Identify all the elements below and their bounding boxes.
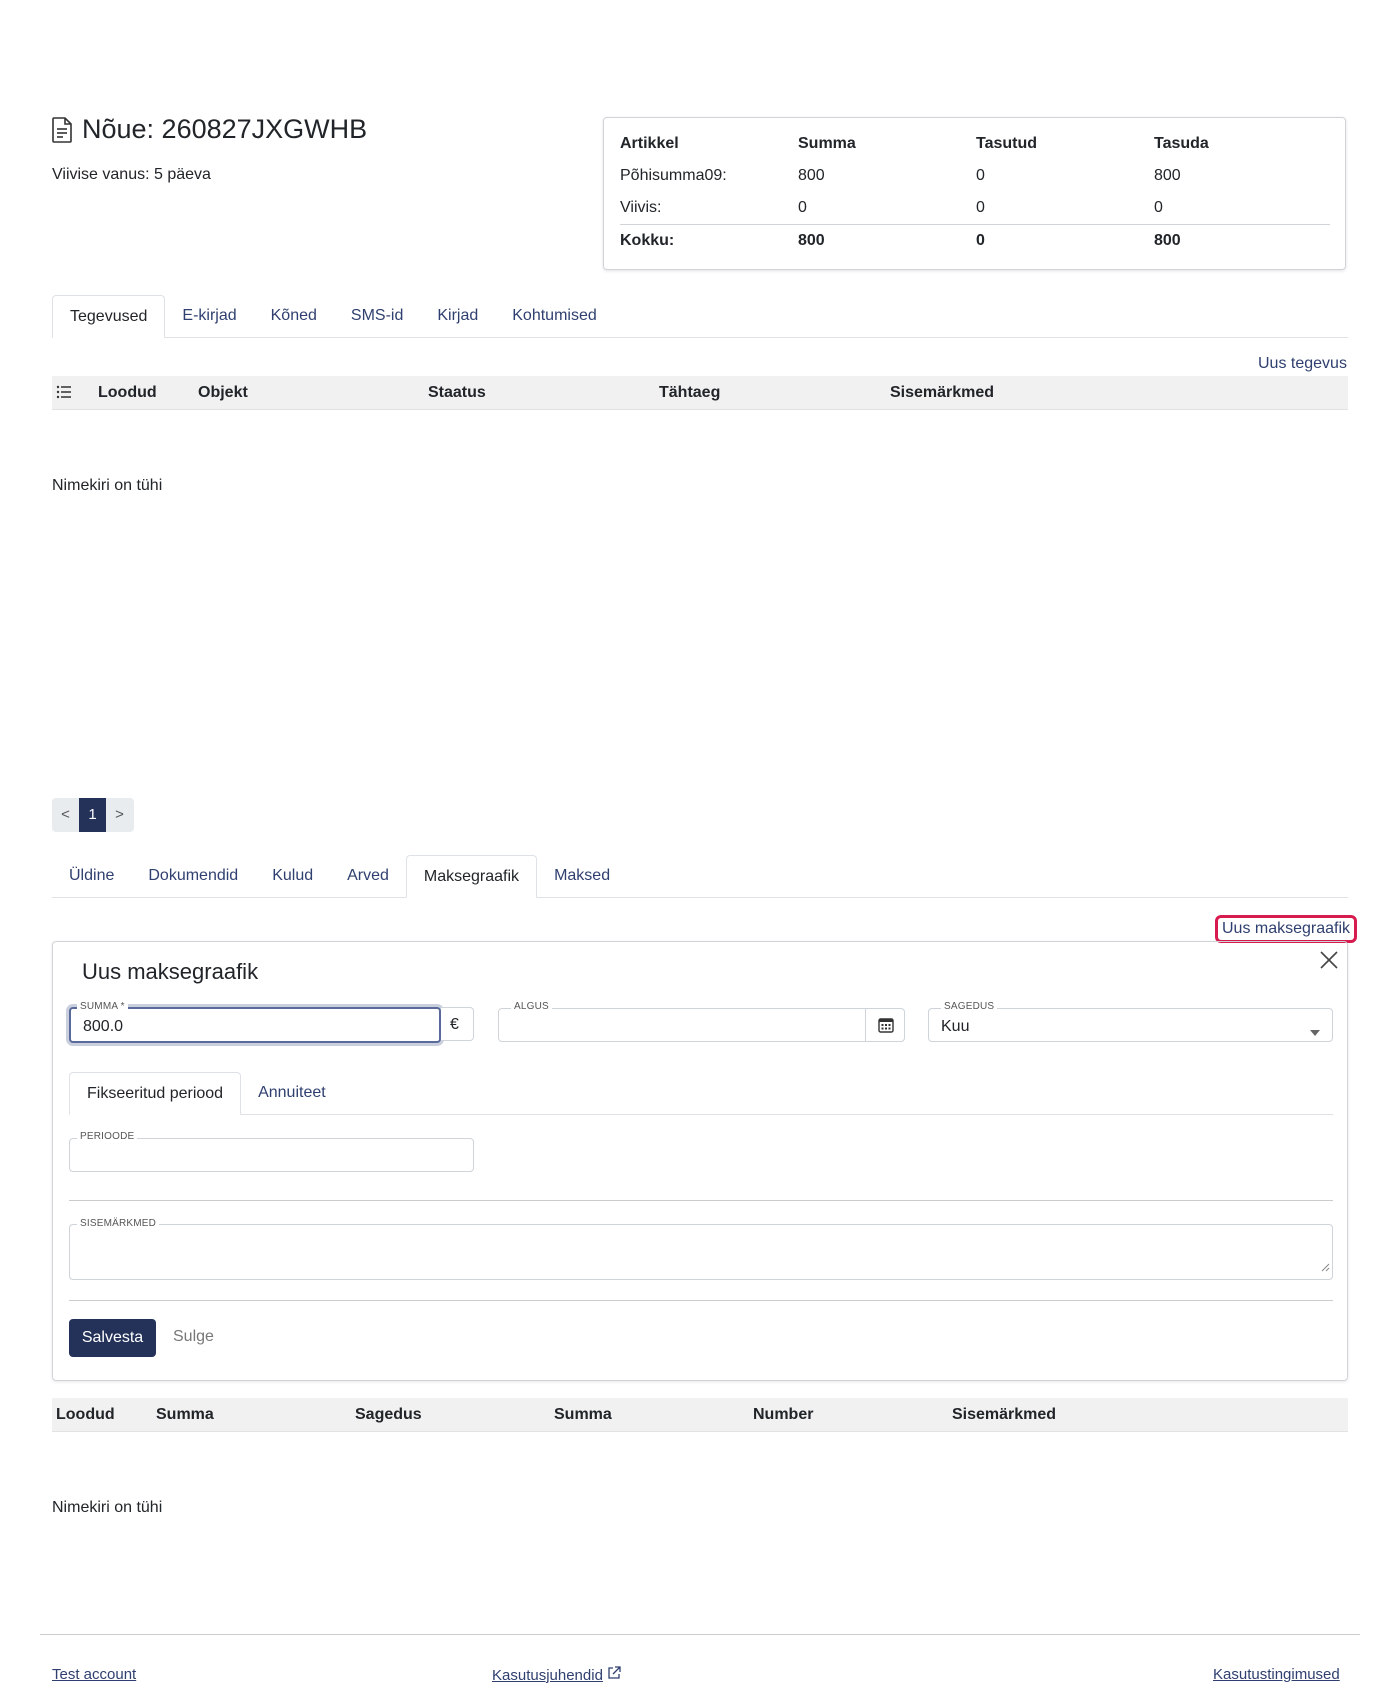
currency-symbol: €: [450, 1016, 459, 1033]
summary-header-row: Artikkel Summa Tasutud Tasuda: [620, 128, 1330, 160]
cell: 800: [1154, 167, 1181, 184]
summary-table: Artikkel Summa Tasutud Tasuda Põhisumma0…: [620, 128, 1330, 257]
page-1-button[interactable]: 1: [79, 798, 106, 832]
cell: 0: [976, 167, 985, 184]
activity-empty-text: Nimekiri on tühi: [52, 477, 163, 494]
periods-input[interactable]: [69, 1138, 474, 1172]
col-summa-2[interactable]: Summa: [554, 1406, 612, 1424]
cell: 0: [976, 199, 985, 216]
summary-total-row: Kokku: 800 0 800: [620, 224, 1330, 257]
col-tasuda: Tasuda: [1154, 135, 1209, 152]
tab-kirjad[interactable]: Kirjad: [420, 295, 495, 337]
page-title: Nõue: 260827JXGWHB: [52, 114, 367, 145]
tab-tegevused[interactable]: Tegevused: [52, 295, 166, 338]
tab-sms-id[interactable]: SMS-id: [334, 295, 420, 337]
col-number[interactable]: Number: [753, 1406, 813, 1424]
activity-tabs: Tegevused E-kirjad Kõned SMS-id Kirjad K…: [52, 295, 1348, 338]
cell: 0: [976, 224, 1154, 257]
cell: 800: [1154, 224, 1330, 257]
summary-card: Artikkel Summa Tasutud Tasuda Põhisumma0…: [603, 117, 1346, 270]
start-date-label: ALGUS: [511, 1001, 552, 1012]
periods-label: PERIOODE: [77, 1131, 138, 1142]
resize-handle-icon[interactable]: [1321, 1259, 1330, 1277]
calendar-icon[interactable]: [865, 1009, 906, 1041]
chevron-down-icon: [1310, 1023, 1320, 1041]
col-staatus[interactable]: Staatus: [428, 384, 486, 402]
new-activity-link[interactable]: Uus tegevus: [1258, 355, 1347, 373]
col-loodud[interactable]: Loodud: [56, 1406, 115, 1424]
cell: 800: [798, 167, 825, 184]
next-page-button[interactable]: >: [106, 798, 133, 832]
col-objekt[interactable]: Objekt: [198, 384, 248, 402]
schedule-empty-text: Nimekiri on tühi: [52, 1499, 163, 1516]
prev-page-button[interactable]: <: [52, 798, 79, 832]
start-date-input[interactable]: [498, 1008, 905, 1042]
tab-uldine[interactable]: Üldine: [52, 855, 131, 897]
cell: Põhisumma09:: [620, 167, 727, 184]
amount-label: SUMMA *: [77, 1001, 128, 1012]
tab-maksed[interactable]: Maksed: [537, 855, 627, 897]
save-button[interactable]: Salvesta: [69, 1319, 156, 1357]
tab-dokumendid[interactable]: Dokumendid: [131, 855, 255, 897]
new-schedule-form: Uus maksegraafik 800.0 € SUMMA * ALGUS K…: [52, 941, 1348, 1381]
divider: [69, 1200, 1333, 1201]
frequency-value: Kuu: [941, 1018, 970, 1035]
amount-value: 800.0: [83, 1018, 124, 1035]
divider: [69, 1300, 1333, 1301]
col-artikkel: Artikkel: [620, 135, 679, 152]
detail-tabs: Üldine Dokumendid Kulud Arved Maksegraaf…: [52, 855, 1348, 898]
col-summa[interactable]: Summa: [156, 1406, 214, 1424]
col-tasutud: Tasutud: [976, 135, 1038, 152]
close-icon[interactable]: [1320, 942, 1338, 976]
tab-annuity[interactable]: Annuiteet: [241, 1072, 343, 1114]
cell: 0: [798, 199, 807, 216]
notes-label: SISEMÄRKMED: [77, 1218, 160, 1229]
close-button[interactable]: Sulge: [173, 1328, 214, 1346]
footer-manuals-link[interactable]: Kasutusjuhendid: [492, 1666, 621, 1684]
col-loodud[interactable]: Loodud: [98, 384, 157, 402]
tab-koned[interactable]: Kõned: [254, 295, 334, 337]
tab-arved[interactable]: Arved: [330, 855, 406, 897]
frequency-label: SAGEDUS: [941, 1001, 998, 1012]
tab-kulud[interactable]: Kulud: [255, 855, 330, 897]
activity-table-header: Loodud Objekt Staatus Tähtaeg Sisemärkme…: [52, 376, 1348, 410]
tab-fixed-period[interactable]: Fikseeritud periood: [69, 1072, 242, 1115]
currency-addon: €: [441, 1007, 474, 1041]
cell: Viivis:: [620, 199, 662, 216]
amount-input[interactable]: 800.0: [69, 1007, 441, 1043]
summary-row: Viivis: 0 0 0: [620, 192, 1330, 225]
cell: Kokku:: [620, 224, 798, 257]
col-tahtaeg[interactable]: Tähtaeg: [659, 384, 720, 402]
tab-kohtumised[interactable]: Kohtumised: [495, 295, 614, 337]
claim-title: Nõue: 260827JXGWHB: [82, 114, 368, 144]
cell: 0: [1154, 199, 1163, 216]
footer-account-link[interactable]: Test account: [52, 1666, 136, 1683]
pagination: < 1 >: [52, 798, 134, 832]
col-sisemarkmed[interactable]: Sisemärkmed: [952, 1406, 1056, 1424]
external-link-icon: [607, 1666, 621, 1684]
footer-manuals-label: Kasutusjuhendid: [492, 1666, 603, 1684]
new-schedule-link[interactable]: Uus maksegraafik: [1215, 915, 1358, 943]
penalty-age: Viivise vanus: 5 päeva: [52, 166, 211, 183]
schedule-type-tabs: Fikseeritud periood Annuiteet: [69, 1072, 1333, 1115]
tab-maksegraafik[interactable]: Maksegraafik: [405, 855, 538, 898]
col-summa: Summa: [798, 135, 856, 152]
schedule-table-header: Loodud Summa Sagedus Summa Number Sisemä…: [52, 1398, 1348, 1432]
col-sagedus[interactable]: Sagedus: [355, 1406, 422, 1424]
cell: 800: [798, 224, 976, 257]
tab-e-kirjad[interactable]: E-kirjad: [165, 295, 253, 337]
list-icon[interactable]: [56, 385, 72, 404]
form-title: Uus maksegraafik: [82, 959, 259, 984]
document-icon: [52, 116, 72, 143]
footer-divider: [40, 1634, 1360, 1635]
col-sisemarkmed[interactable]: Sisemärkmed: [890, 384, 994, 402]
frequency-select[interactable]: Kuu: [928, 1008, 1333, 1042]
notes-textarea[interactable]: [69, 1224, 1333, 1280]
summary-row: Põhisumma09: 800 0 800: [620, 160, 1330, 192]
footer-terms-link[interactable]: Kasutustingimused: [1213, 1666, 1340, 1683]
